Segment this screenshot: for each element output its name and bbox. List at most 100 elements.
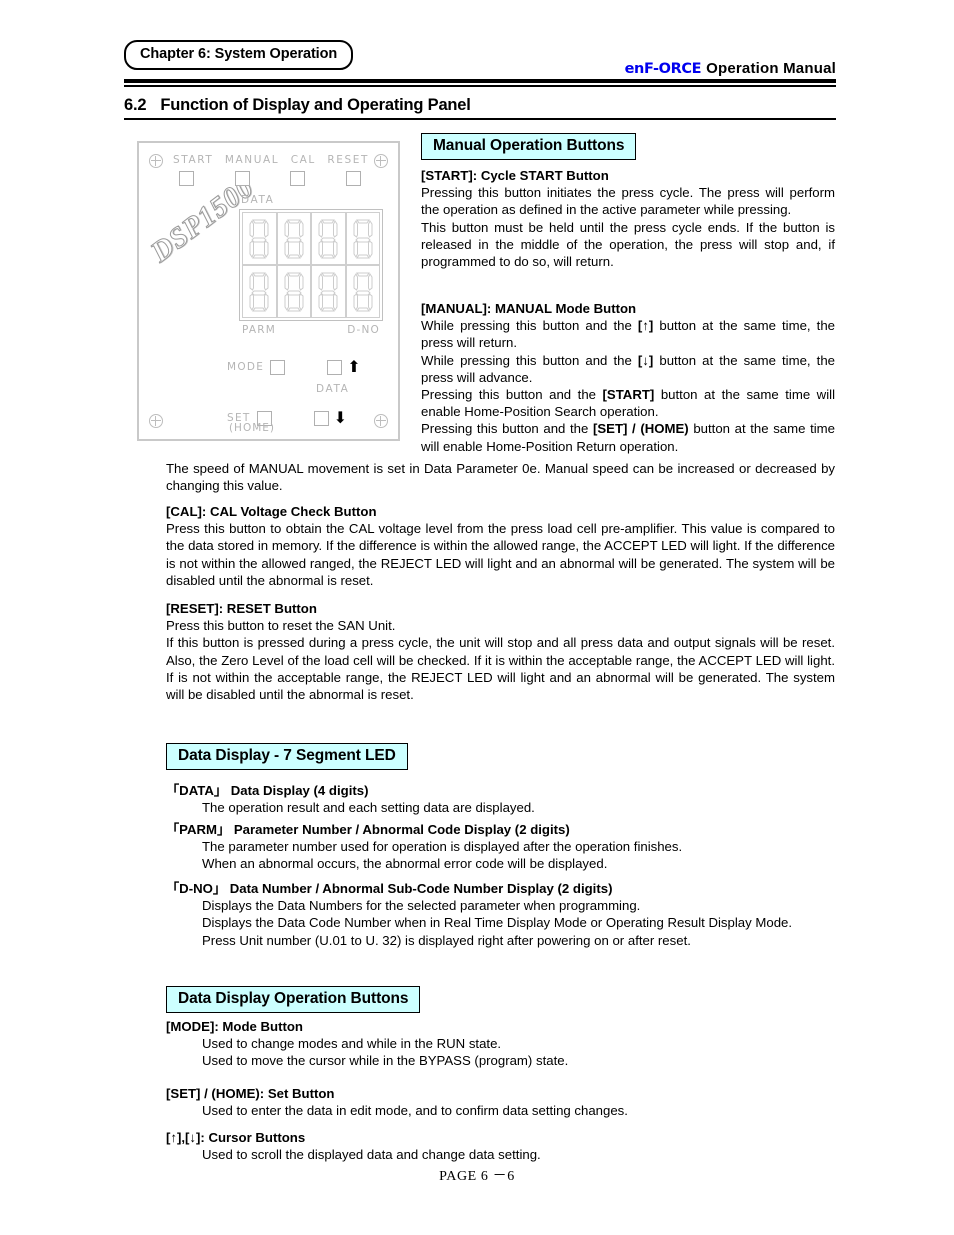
panel-button-down[interactable] <box>313 410 329 426</box>
data-section: 「DATA」 Data Display (4 digits) The opera… <box>166 782 835 816</box>
seven-segment-icon <box>353 219 373 258</box>
cal-body: Press this button to obtain the CAL volt… <box>166 521 835 588</box>
operating-panel-diagram: DSP1500 START MANUAL CAL RESET DATA PARM… <box>137 141 400 441</box>
seven-segment-icon <box>249 219 269 258</box>
screw-icon <box>149 154 163 168</box>
cal-heading: [CAL]: CAL Voltage Check Button <box>166 504 377 519</box>
panel-label-dno: D-NO <box>347 324 380 336</box>
data-ops-heading-wrap: Data Display Operation Buttons <box>166 986 835 1013</box>
manual-line-4: Pressing this button and the [SET] / (HO… <box>421 420 835 454</box>
cursor-heading: [↑],[↓]: Cursor Buttons <box>166 1130 306 1145</box>
manual-line-3: Pressing this button and the [START] but… <box>421 386 835 420</box>
document-page: Chapter 6: System Operation enF-ORCE Oper… <box>0 0 954 1235</box>
mode-body-1: Used to change modes and while in the RU… <box>202 1036 502 1052</box>
manual-ops-heading: Manual Operation Buttons <box>421 133 637 160</box>
mode-button-section: [MODE]: Mode Button Used to change modes… <box>166 1018 835 1070</box>
cursor-button-section: [↑],[↓]: Cursor Buttons Used to scroll t… <box>166 1129 835 1163</box>
manual-speed-note: The speed of MANUAL movement is set in D… <box>166 461 835 494</box>
manual-line-1-a: While pressing this button and the <box>421 318 638 334</box>
section-number: 6.2 <box>124 96 147 114</box>
parm-heading: 「PARM」 Parameter Number / Abnormal Code … <box>166 822 570 837</box>
panel-top-buttons <box>179 171 361 186</box>
led-digit <box>276 212 311 265</box>
parm-body-2: When an abnormal occurs, the abnormal er… <box>202 856 608 872</box>
panel-label-start: START <box>173 154 214 166</box>
panel-button-manual[interactable] <box>234 171 250 186</box>
data-display-heading: Data Display - 7 Segment LED <box>166 743 408 770</box>
cal-button-section: [CAL]: CAL Voltage Check Button Press th… <box>166 503 835 589</box>
reset-paragraph-2: If this button is pressed during a press… <box>166 635 835 703</box>
led-digit <box>242 212 277 265</box>
panel-label-parm: PARM <box>242 324 276 336</box>
start-paragraph-2: This button must be held until the press… <box>421 219 835 270</box>
header-rule-thick <box>124 79 836 83</box>
panel-label-manual: MANUAL <box>224 154 280 166</box>
set-heading: [SET] / (HOME): Set Button <box>166 1086 335 1101</box>
seven-segment-icon <box>249 272 269 311</box>
dno-heading: 「D-NO」 Data Number / Abnormal Sub-Code N… <box>166 881 613 896</box>
panel-label-mode: MODE <box>227 361 265 373</box>
panel-button-reset[interactable] <box>345 171 361 186</box>
panel-label-reset: RESET <box>327 154 369 166</box>
enforce-logo: enF-ORCE <box>624 61 702 77</box>
manual-line-4-a: Pressing this button and the <box>421 421 593 437</box>
dno-body-1: Displays the Data Numbers for the select… <box>202 898 641 914</box>
data-heading: 「DATA」 Data Display (4 digits) <box>166 783 369 798</box>
dno-body-3: Press Unit number (U.01 to U. 32) is dis… <box>202 932 691 948</box>
manual-button-section: [MANUAL]: MANUAL Mode Button While press… <box>421 300 835 455</box>
section-title-text: Function of Display and Operating Panel <box>160 96 471 114</box>
panel-button-start[interactable] <box>179 171 194 186</box>
arrow-up-icon: ⬆ <box>347 357 361 376</box>
set-button-section: [SET] / (HOME): Set Button Used to enter… <box>166 1085 835 1119</box>
seven-segment-icon <box>318 219 338 258</box>
reset-button-section: [RESET]: RESET Button Press this button … <box>166 600 835 703</box>
start-button-section: [START]: Cycle START Button Pressing thi… <box>421 167 835 270</box>
panel-data-label: DATA <box>241 194 275 206</box>
panel-label-data-arrows: DATA <box>316 383 350 395</box>
start-paragraph-1: Pressing this button initiates the press… <box>421 185 835 218</box>
panel-display-bottom-labels: PARM D-NO <box>239 324 383 336</box>
data-display-heading-wrap: Data Display - 7 Segment LED <box>166 743 835 770</box>
manual-line-1: While pressing this button and the [↑] b… <box>421 317 835 351</box>
led-digit <box>345 265 380 318</box>
manual-line-3-key: [START] <box>602 387 655 403</box>
manual-line-2-a: While pressing this button and the <box>421 352 638 368</box>
manual-ops-heading-wrap: Manual Operation Buttons <box>421 133 835 160</box>
parm-body-1: The parameter number used for operation … <box>202 839 683 855</box>
seven-segment-icon <box>284 272 304 311</box>
chapter-tag: Chapter 6: System Operation <box>124 40 354 71</box>
page-footer: PAGE 6 －6 <box>439 1169 515 1184</box>
seven-segment-icon <box>318 272 338 311</box>
led-digit <box>242 265 277 318</box>
led-digit <box>311 212 346 265</box>
panel-button-up[interactable] <box>327 359 343 375</box>
screw-icon <box>149 414 163 428</box>
panel-button-mode[interactable] <box>270 359 286 375</box>
reset-heading: [RESET]: RESET Button <box>166 601 317 616</box>
mode-body-2: Used to move the cursor while in the BYP… <box>202 1053 569 1069</box>
led-digit <box>311 265 346 318</box>
panel-button-cal[interactable] <box>290 171 306 186</box>
manual-line-2: While pressing this button and the [↓] b… <box>421 352 835 386</box>
manual-title-text: Operation Manual <box>706 60 836 77</box>
panel-label-home: (HOME) <box>228 422 275 434</box>
dno-section: 「D-NO」 Data Number / Abnormal Sub-Code N… <box>166 880 835 949</box>
manual-line-2-key: [↓] <box>637 352 654 368</box>
section-underline <box>124 118 836 120</box>
screw-icon <box>374 414 388 428</box>
manual-title-line: enF-ORCE Operation Manual <box>625 60 836 77</box>
led-digit <box>276 265 311 318</box>
manual-line-3-a: Pressing this button and the <box>421 387 603 403</box>
led-digit <box>345 212 380 265</box>
manual-line-4-key: [SET] / (HOME) <box>592 421 689 437</box>
reset-paragraph-1: Press this button to reset the SAN Unit. <box>166 618 396 634</box>
manual-line-1-key: [↑] <box>637 318 654 334</box>
arrow-down-icon: ⬇ <box>333 408 348 427</box>
seven-segment-display <box>239 209 383 321</box>
manual-heading: [MANUAL]: MANUAL Mode Button <box>421 301 637 316</box>
data-body: The operation result and each setting da… <box>202 800 535 816</box>
seven-segment-icon <box>353 272 373 311</box>
panel-label-cal: CAL <box>290 154 316 166</box>
data-ops-heading: Data Display Operation Buttons <box>166 986 421 1013</box>
start-heading: [START]: Cycle START Button <box>421 168 609 183</box>
